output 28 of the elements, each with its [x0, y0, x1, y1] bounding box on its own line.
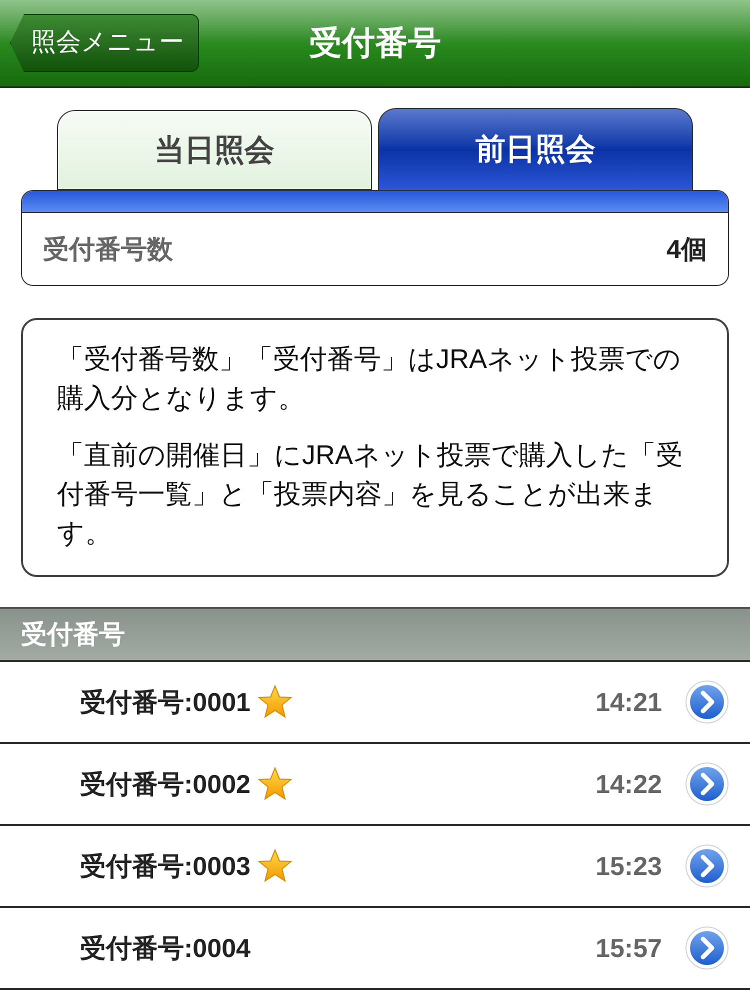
nav-title: 受付番号: [309, 23, 441, 64]
time: 14:22: [596, 768, 662, 800]
star-icon: [256, 766, 292, 802]
back-button[interactable]: 照会メニュー: [10, 14, 199, 72]
notice-paragraph: 「受付番号数」「受付番号」はJRAネット投票での購入分となります。: [57, 343, 682, 415]
disclosure-icon[interactable]: [684, 679, 730, 725]
disclosure-icon[interactable]: [684, 925, 730, 971]
list-row[interactable]: 受付番号:0003 15:23: [0, 826, 750, 908]
star-icon: [256, 684, 292, 720]
disclosure-icon[interactable]: [684, 761, 730, 807]
receipt-number: 受付番号:0002: [80, 768, 250, 800]
list-row[interactable]: 受付番号:0002 14:22: [0, 744, 750, 826]
summary-value: 4個: [666, 232, 707, 266]
tab[interactable]: 当日照会: [57, 110, 372, 190]
receipt-number: 受付番号:0004: [80, 932, 250, 964]
section-title: 受付番号: [21, 618, 125, 651]
tab[interactable]: 前日照会: [378, 108, 693, 190]
disclosure-icon[interactable]: [684, 843, 730, 889]
receipt-number: 受付番号:0001: [80, 686, 250, 718]
star-icon: [256, 848, 292, 884]
time: 15:57: [596, 932, 662, 964]
notice-paragraph: 「直前の開催日」にJRAネット投票で購入した「受付番号一覧」と「投票内容」を見ることが出来ます。: [57, 439, 684, 550]
time: 15:23: [596, 850, 662, 882]
list-row[interactable]: 受付番号:0004 15:57: [0, 908, 750, 990]
summary-label: 受付番号数: [43, 232, 173, 266]
time: 14:21: [596, 686, 662, 718]
list-row[interactable]: 受付番号:0001 14:21: [0, 662, 750, 744]
receipt-number: 受付番号:0003: [80, 850, 250, 882]
